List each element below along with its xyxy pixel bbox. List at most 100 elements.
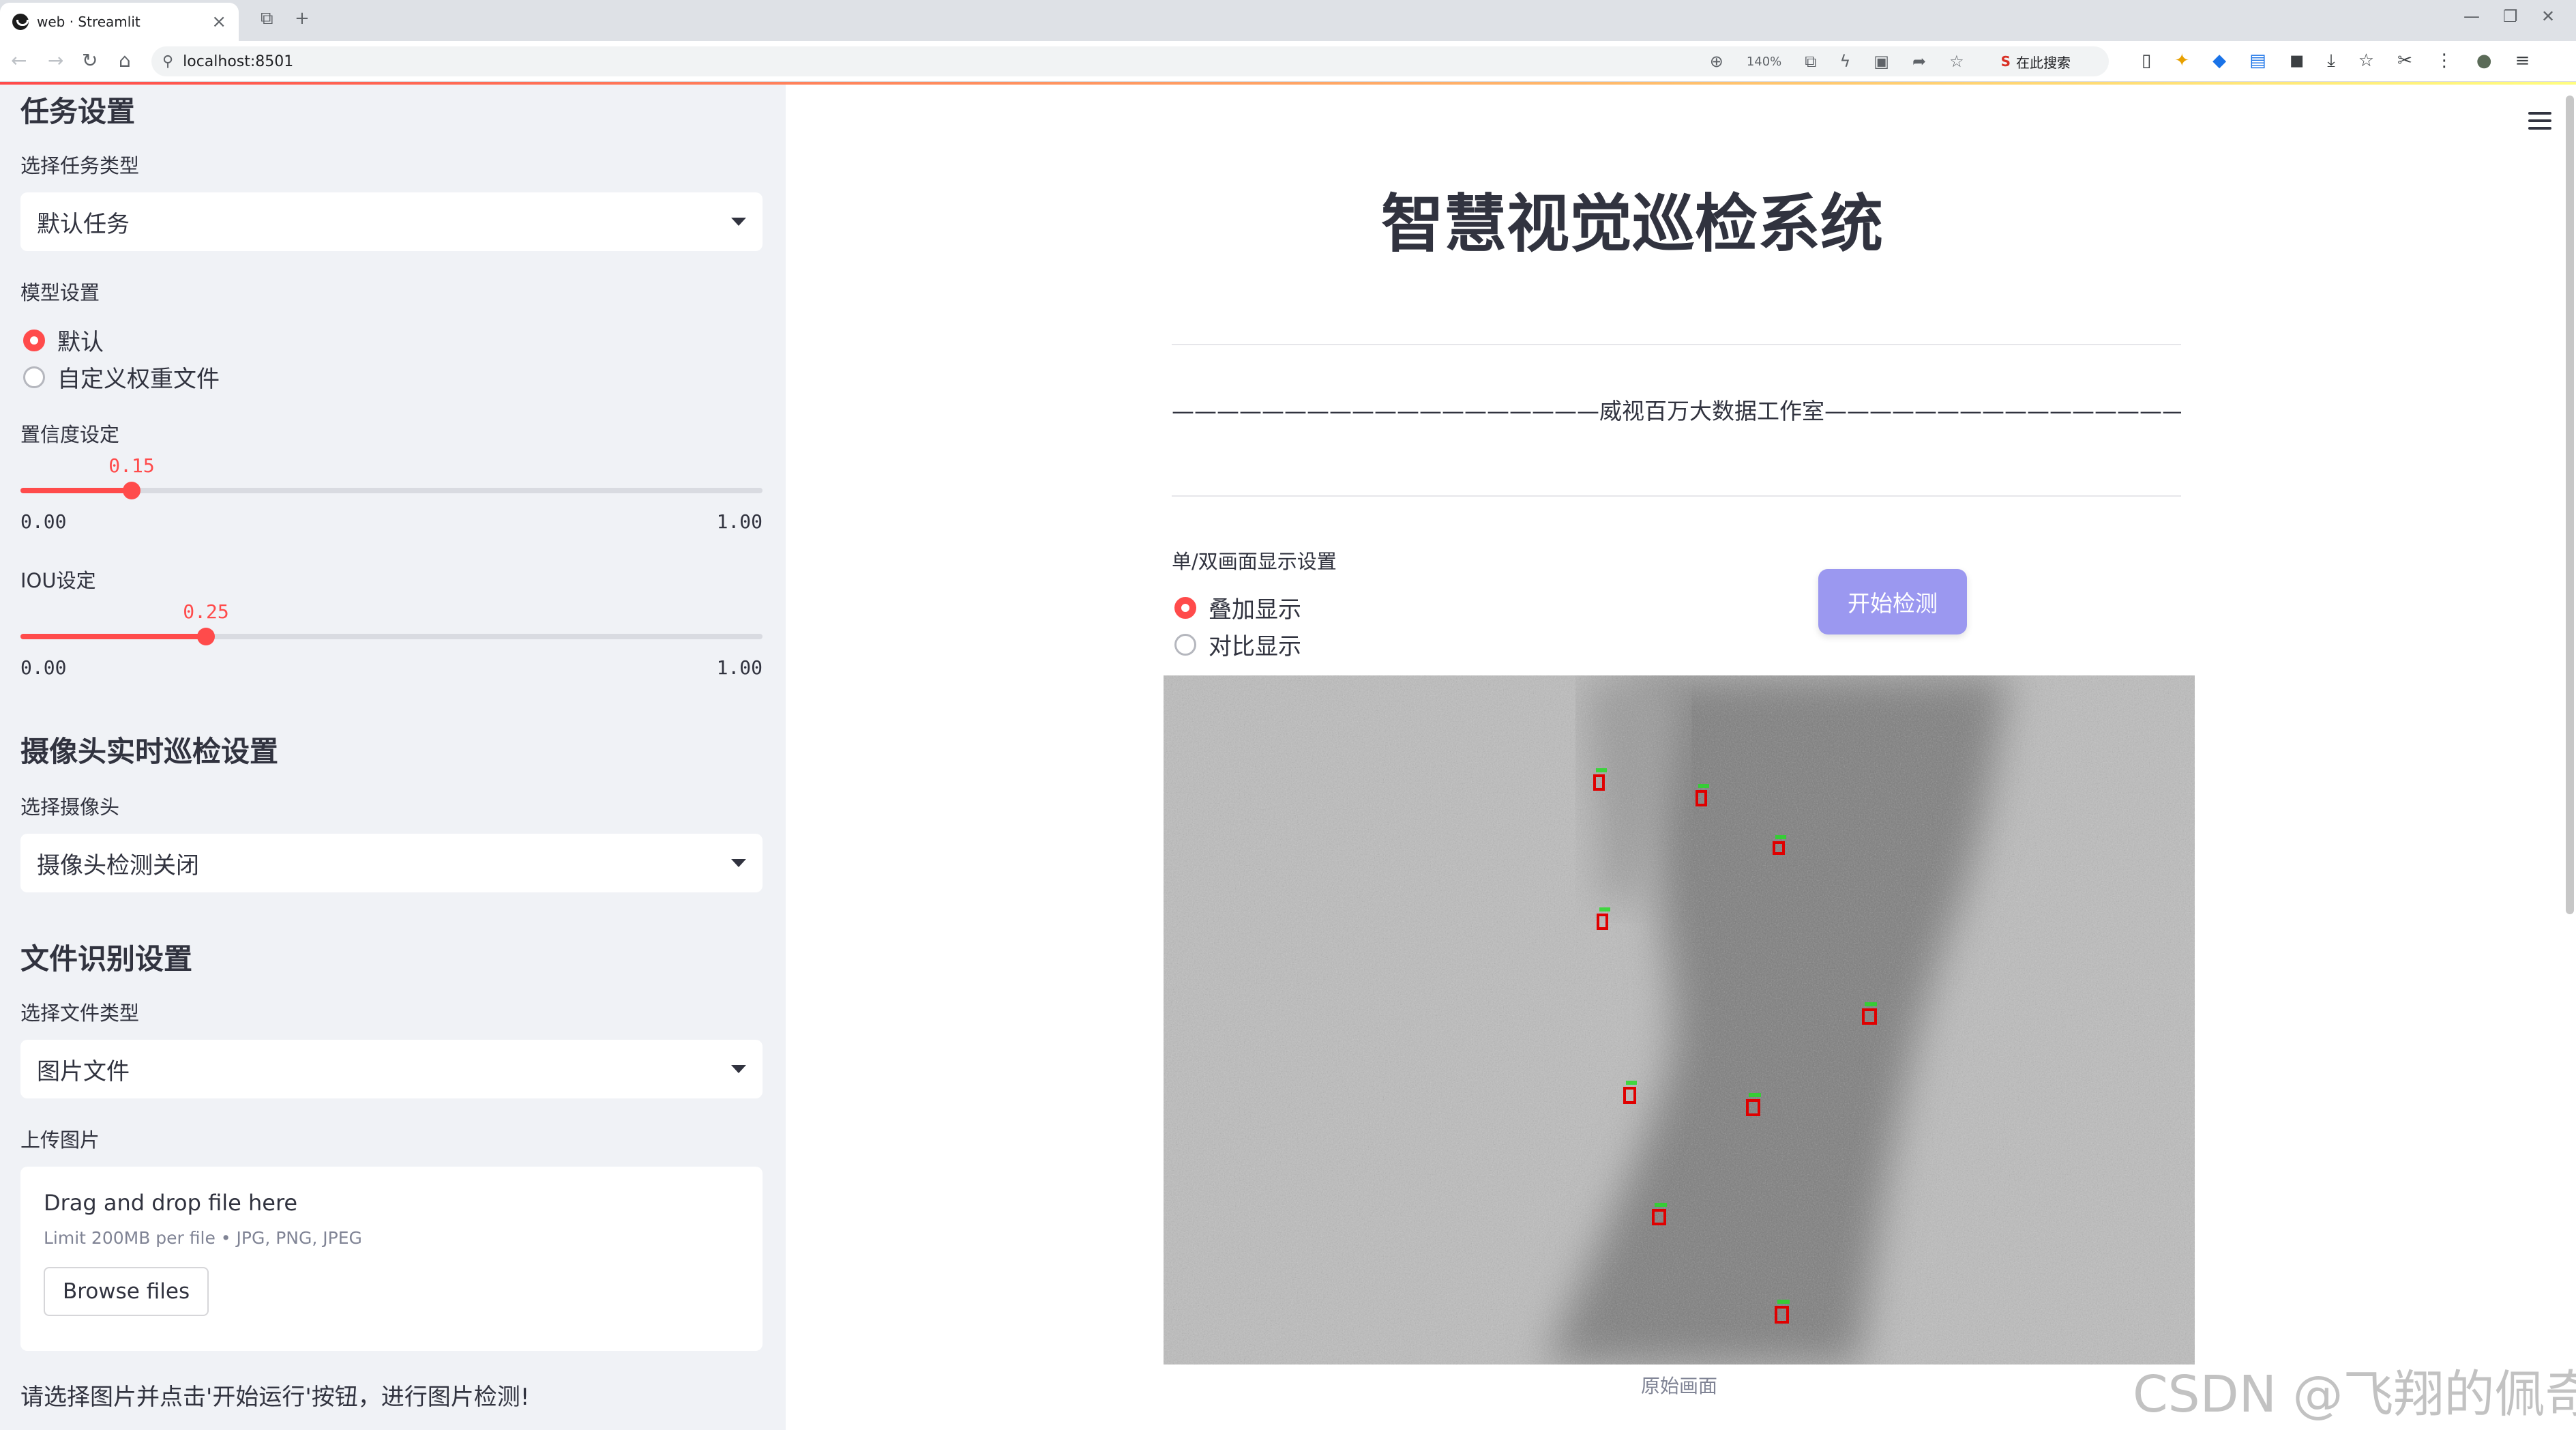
detection-label-bar [1749,1093,1761,1097]
detection-label-bar [1596,768,1607,772]
more-menu-icon[interactable]: ⋮ [2436,50,2453,72]
extension-dark-icon[interactable]: ◼ [2290,50,2305,72]
slider-value: 0.15 [108,454,155,477]
main-content: 智慧视觉巡检系统 ———————————————————威视百万大数据工作室——… [786,85,2576,1430]
uploader-drag-text: Drag and drop file here [44,1190,298,1216]
home-icon[interactable]: ⌂ [119,49,131,72]
start-detection-button[interactable]: 开始检测 [1818,569,1967,634]
extension-color-icon[interactable]: ✦ [2174,50,2189,72]
file-type-value: 图片文件 [37,1057,130,1085]
chevron-down-icon [731,218,746,226]
file-type-select[interactable]: 图片文件 [20,1040,763,1098]
display-option-overlay[interactable]: 叠加显示 [1174,591,1301,624]
detection-label-bar [1626,1081,1637,1085]
detection-label-bar [1865,1002,1877,1006]
camera-section-title: 摄像头实时巡检设置 [20,735,279,768]
new-tab-button[interactable]: + [295,8,310,29]
task-type-label: 选择任务类型 [20,154,140,177]
forward-icon[interactable]: → [48,49,63,72]
favorites-icon[interactable]: ☆ [2358,50,2374,72]
file-type-label: 选择文件类型 [20,1002,140,1025]
download-icon[interactable]: ⤓ [2327,50,2335,72]
site-info-icon[interactable]: ⚲ [162,53,173,70]
back-icon[interactable]: ← [11,49,27,72]
translate-icon[interactable]: ⧉ [1805,52,1816,71]
search-engine-logo-icon: S [2000,53,2011,70]
slider-min: 0.00 [20,510,67,533]
task-section-title: 任务设置 [20,95,136,128]
model-option-default[interactable]: 默认 [23,323,104,357]
iou-label: IOU设定 [20,569,96,592]
minimize-icon[interactable]: — [2463,7,2480,26]
tab-search-icon[interactable]: ⧉ [261,8,273,29]
zoom-icon[interactable]: ⊕ [1710,52,1723,71]
model-option-label: 默认 [57,329,104,356]
display-option-label: 对比显示 [1209,633,1301,660]
chevron-down-icon [731,859,746,867]
extension-translate-icon[interactable]: ▤ [2249,50,2266,72]
detection-label-bar [1698,784,1709,788]
model-label: 模型设置 [20,281,100,304]
reader-icon[interactable]: ▣ [1874,52,1889,71]
extension-blue-icon[interactable]: ◆ [2212,50,2226,72]
file-uploader-dropzone[interactable]: Drag and drop file here Limit 200MB per … [20,1167,763,1351]
detection-label-bar [1775,835,1786,839]
address-bar[interactable]: ⚲ localhost:8501 ⊕ 140% ⧉ ϟ ▣ ➦ ☆ S 在此搜索 [151,46,2109,76]
task-type-select[interactable]: 默认任务 [20,192,763,251]
scrollbar[interactable] [2566,96,2574,914]
restore-icon[interactable]: ❐ [2503,7,2518,26]
profile-avatar[interactable]: ● [2476,50,2492,72]
terrain-texture [1164,675,2195,1365]
radio-checked-icon[interactable] [1174,596,1196,619]
divider [1172,344,2181,345]
slider-value: 0.25 [183,600,229,623]
camera-label: 选择摄像头 [20,796,120,819]
display-option-label: 叠加显示 [1209,596,1301,624]
browser-menu-icon[interactable]: ≡ [2515,50,2530,72]
browser-tabbar: web · Streamlit × ⧉ + — ❐ ✕ [0,0,2576,41]
detection-label-bar [1599,907,1610,911]
scissors-icon[interactable]: ✂ [2397,50,2412,72]
main-menu-icon[interactable] [2528,112,2551,130]
camera-value: 摄像头检测关闭 [37,851,199,879]
window-close-icon[interactable]: ✕ [2541,7,2555,26]
detection-image-svg [1164,675,2195,1365]
toolbar-extensions: ▯ ✦ ◆ ▤ ◼ ⤓ ☆ ✂ ⋮ ● ≡ [2142,50,2530,72]
iou-slider[interactable]: 0.25 0.00 1.00 [20,600,763,679]
url-text[interactable]: localhost:8501 [183,53,1710,70]
detection-label-bar [1777,1300,1790,1304]
radio-unchecked-icon[interactable] [1174,633,1196,656]
slider-fill [20,488,132,493]
chevron-down-icon [731,1065,746,1073]
search-engine-box[interactable]: S 在此搜索 [1987,52,2098,72]
browse-files-button[interactable]: Browse files [44,1267,209,1316]
radio-unchecked-icon[interactable] [23,366,45,388]
radio-checked-icon[interactable] [23,329,45,351]
phone-icon[interactable]: ▯ [2142,50,2151,72]
file-section-title: 文件识别设置 [20,942,193,976]
slider-max: 1.00 [716,656,763,679]
image-caption: 原始画面 [1640,1375,1717,1397]
csdn-watermark: CSDN @飞翔的佩奇 [2133,1365,2576,1424]
reload-icon[interactable]: ↻ [82,49,98,72]
divider [1172,495,2181,497]
confidence-slider[interactable]: 0.15 0.00 1.00 [20,454,763,533]
search-placeholder: 在此搜索 [2016,54,2071,71]
slider-thumb[interactable] [197,628,215,645]
browser-tab-active[interactable]: web · Streamlit × [0,3,239,41]
display-option-compare[interactable]: 对比显示 [1174,628,1301,661]
slider-max: 1.00 [716,510,763,533]
detection-image [1164,675,2195,1365]
page-title: 智慧视觉巡检系统 [1380,188,1883,261]
lightning-icon[interactable]: ϟ [1839,52,1850,71]
slider-fill [20,634,206,639]
bookmark-star-icon[interactable]: ☆ [1949,52,1964,71]
task-type-value: 默认任务 [37,210,130,238]
model-option-custom[interactable]: 自定义权重文件 [23,360,220,394]
tab-close-icon[interactable]: × [211,12,226,32]
upload-label: 上传图片 [20,1128,100,1152]
slider-thumb[interactable] [123,482,140,499]
share-icon[interactable]: ➦ [1912,52,1926,71]
camera-select[interactable]: 摄像头检测关闭 [20,834,763,892]
uploader-limit-text: Limit 200MB per file • JPG, PNG, JPEG [44,1228,362,1248]
